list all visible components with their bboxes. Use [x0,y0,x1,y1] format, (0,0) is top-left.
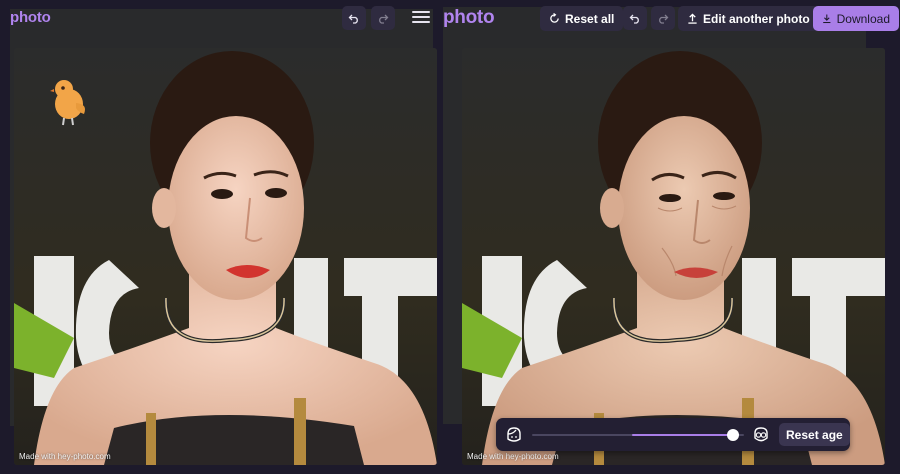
age-slider-handle[interactable] [727,429,740,441]
age-slider[interactable] [532,429,744,441]
hamburger-menu-button[interactable] [410,8,432,28]
download-label: Download [836,11,890,26]
undo-icon [629,14,639,24]
reset-all-label: Reset all [565,11,615,26]
original-photo-panel: Made with hey-photo.com [14,48,437,465]
edited-watermark: Made with hey-photo.com [467,452,559,461]
bird-mascot-icon [50,80,85,126]
young-face-icon [507,427,521,442]
original-watermark: Made with hey-photo.com [19,452,111,461]
edit-another-label: Edit another photo [703,11,810,26]
old-face-icon [754,427,768,442]
redo-icon [379,14,389,24]
edited-photo-panel: Made with hey-photo.com [462,48,885,465]
logo[interactable]: heyphoto [10,9,433,426]
age-control-bar: Reset age [496,418,850,451]
upload-icon [688,13,697,24]
undo-button-2[interactable] [623,6,647,30]
center-logo: photo [443,7,866,424]
redo-button-2[interactable] [651,6,675,30]
reset-age-button[interactable]: Reset age [779,423,850,446]
reset-all-button[interactable]: Reset all [540,6,624,31]
undo-button[interactable] [342,6,366,30]
undo-icon [348,14,358,24]
header: heyphoto photo [0,0,900,426]
redo-button[interactable] [371,6,395,30]
download-button[interactable]: Download [813,6,899,31]
logo-text: heyphoto [10,9,433,426]
download-icon [823,14,831,24]
reset-age-label: Reset age [786,427,843,442]
age-slider-fill [632,434,734,436]
reset-icon [550,13,559,23]
edited-portrait-photo [462,48,885,465]
app-root: heyphoto photo [0,0,900,474]
edit-another-photo-button[interactable]: Edit another photo [678,6,819,31]
redo-icon [659,14,669,24]
